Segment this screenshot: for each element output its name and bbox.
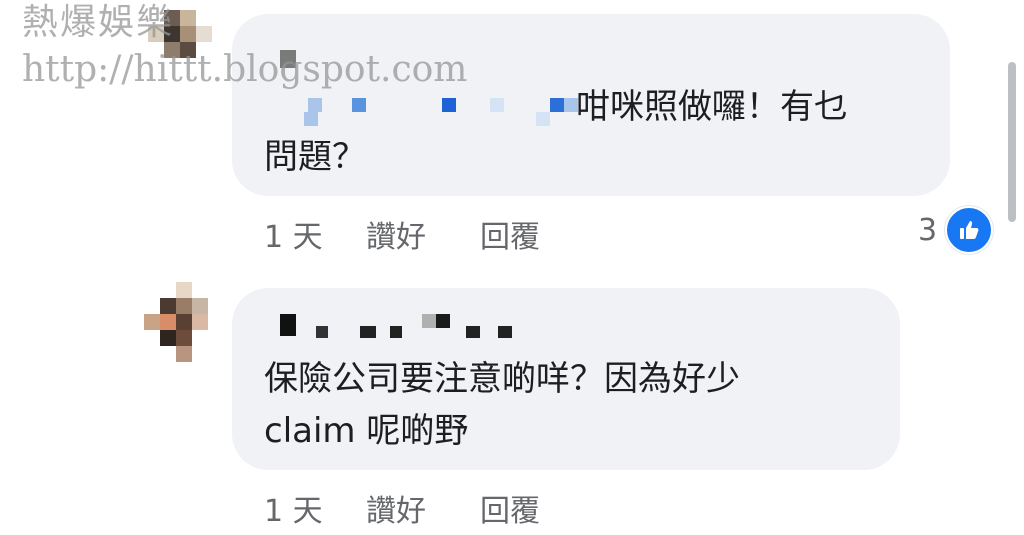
avatar[interactable] bbox=[144, 282, 208, 362]
thumbs-up-icon bbox=[945, 206, 994, 254]
comment-text-line: claim 呢啲野 bbox=[264, 411, 469, 451]
comment-time[interactable]: 1 天 bbox=[264, 212, 323, 256]
reaction-count: 3 bbox=[918, 212, 938, 248]
comment-time[interactable]: 1 天 bbox=[264, 486, 323, 530]
reply-button[interactable]: 回覆 bbox=[480, 212, 540, 256]
scrollbar[interactable] bbox=[1008, 62, 1016, 222]
comment-text-line: 問題？ bbox=[264, 137, 366, 177]
comment-bubble: 保險公司要注意啲咩？因為好少 claim 呢啲野 bbox=[232, 288, 900, 470]
avatar[interactable] bbox=[148, 10, 212, 74]
like-button[interactable]: 讚好 bbox=[366, 486, 426, 530]
comment-text-line: 咁咪照做囉！有乜 bbox=[576, 87, 848, 127]
reply-button[interactable]: 回覆 bbox=[480, 486, 540, 530]
reaction-summary[interactable]: 3 bbox=[918, 206, 994, 254]
like-button[interactable]: 讚好 bbox=[366, 212, 426, 256]
comment-text-line: 保險公司要注意啲咩？因為好少 bbox=[264, 359, 740, 399]
comment-bubble: 咁咪照做囉！有乜 問題？ bbox=[232, 14, 950, 196]
